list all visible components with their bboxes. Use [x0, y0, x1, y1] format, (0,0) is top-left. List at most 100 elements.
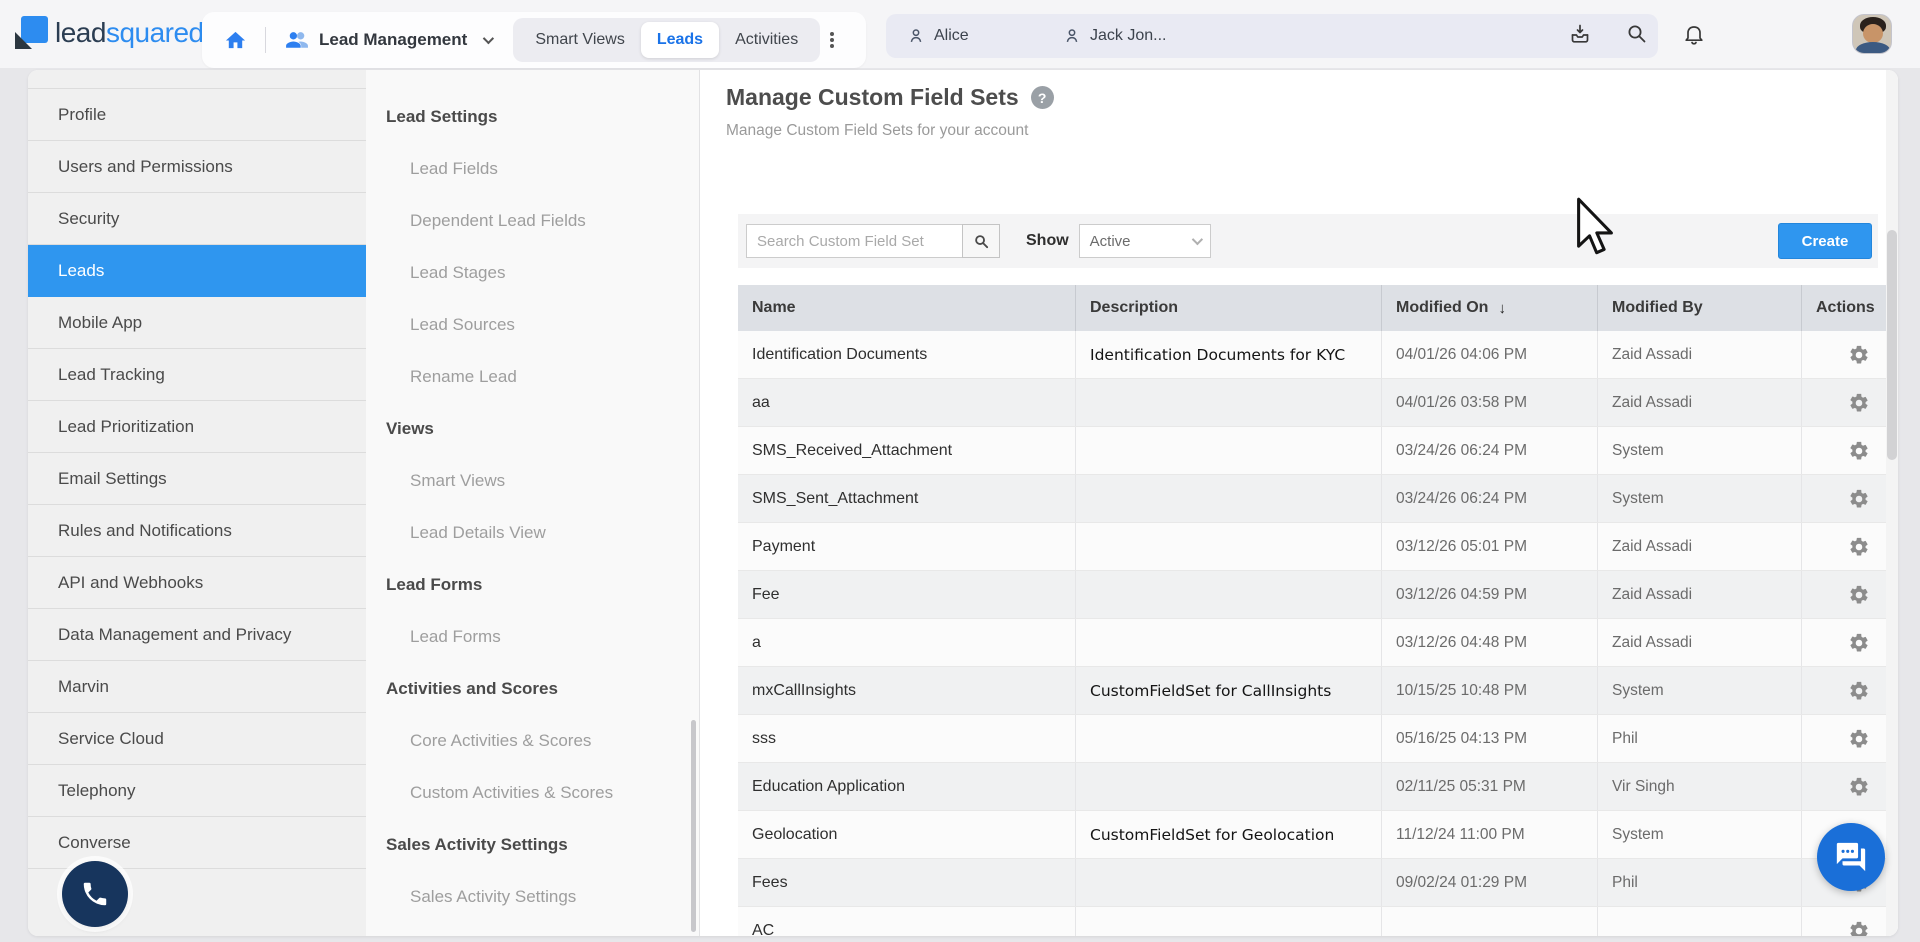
- cell-actions: [1802, 907, 1898, 936]
- cell-actions: [1802, 523, 1898, 570]
- import-tray-icon[interactable]: [1568, 22, 1592, 46]
- submenu-item-smart-views[interactable]: Smart Views: [366, 471, 505, 491]
- workspace-switcher[interactable]: Lead Management: [284, 28, 491, 53]
- submenu-item-core-activities-scores[interactable]: Core Activities & Scores: [366, 731, 591, 751]
- submenu-section-views: Views: [366, 403, 699, 455]
- sidebar-item-lead-prioritization[interactable]: Lead Prioritization: [28, 401, 366, 453]
- column-header-name[interactable]: Name: [738, 285, 1076, 331]
- sidebar-item-data-management-and-privacy[interactable]: Data Management and Privacy: [28, 609, 366, 661]
- sidebar-item-telephony[interactable]: Telephony: [28, 765, 366, 817]
- submenu-item-dependent-lead-fields[interactable]: Dependent Lead Fields: [366, 211, 586, 231]
- recent-items-bar[interactable]: Alice Jack Jon...: [886, 14, 1658, 58]
- sidebar-item-marvin[interactable]: Marvin: [28, 661, 366, 713]
- person-icon: [906, 26, 926, 46]
- bell-icon[interactable]: [1682, 22, 1706, 46]
- cell-modified-by: Zaid Assadi: [1598, 571, 1802, 618]
- sidebar-item-email-settings[interactable]: Email Settings: [28, 453, 366, 505]
- submenu-item-lead-stages[interactable]: Lead Stages: [366, 263, 505, 283]
- cell-description: CustomFieldSet for CallInsights: [1076, 667, 1382, 714]
- column-header-description[interactable]: Description: [1076, 285, 1382, 331]
- submenu-section-activities-and-scores: Activities and Scores: [366, 663, 699, 715]
- main-scrollbar-track[interactable]: [1886, 70, 1898, 936]
- sidebar-item-users-and-permissions[interactable]: Users and Permissions: [28, 141, 366, 193]
- sidebar-item-converse[interactable]: Converse: [28, 817, 366, 869]
- help-icon[interactable]: ?: [1031, 86, 1054, 109]
- users-group-icon: [284, 28, 309, 53]
- column-header-modified-by[interactable]: Modified By: [1598, 285, 1802, 331]
- cell-name: Identification Documents: [738, 331, 1076, 378]
- cell-modified-on: 05/16/25 04:13 PM: [1382, 715, 1598, 762]
- cell-modified-on: 03/12/26 05:01 PM: [1382, 523, 1598, 570]
- tab-leads[interactable]: Leads: [641, 22, 719, 58]
- cell-description: [1076, 379, 1382, 426]
- cell-modified-on: 03/24/26 06:24 PM: [1382, 475, 1598, 522]
- cell-description: [1076, 715, 1382, 762]
- submenu-item-row: Smart Views: [366, 455, 699, 507]
- cell-description: [1076, 763, 1382, 810]
- cell-name: mxCallInsights: [738, 667, 1076, 714]
- home-icon[interactable]: [224, 29, 247, 52]
- submenu-scrollbar[interactable]: [691, 720, 696, 932]
- search-submit-button[interactable]: [962, 224, 1000, 258]
- show-filter-value: Active: [1090, 233, 1131, 250]
- table-row: Fees09/02/24 01:29 PMPhil: [738, 859, 1898, 907]
- sidebar-item-rules-and-notifications[interactable]: Rules and Notifications: [28, 505, 366, 557]
- recent-item-alice[interactable]: Alice: [906, 14, 969, 58]
- recent-item-jack-jon[interactable]: Jack Jon...: [1062, 14, 1166, 58]
- tab-smart-views[interactable]: Smart Views: [519, 22, 641, 58]
- gear-icon[interactable]: [1848, 440, 1870, 462]
- tab-activities[interactable]: Activities: [719, 22, 814, 58]
- cell-actions: [1802, 331, 1898, 378]
- gear-icon[interactable]: [1848, 584, 1870, 606]
- topbar-icons: [1568, 22, 1706, 46]
- gear-icon[interactable]: [1848, 632, 1870, 654]
- submenu-section-header: Views: [366, 419, 434, 439]
- cell-modified-on: [1382, 907, 1598, 936]
- kebab-menu-icon[interactable]: [830, 38, 834, 42]
- cell-description: [1076, 907, 1382, 936]
- sidebar-item-security[interactable]: Security: [28, 193, 366, 245]
- sidebar-item-mobile-app[interactable]: Mobile App: [28, 297, 366, 349]
- sidebar-item-service-cloud[interactable]: Service Cloud: [28, 713, 366, 765]
- user-avatar[interactable]: [1852, 14, 1892, 54]
- submenu-item-lead-details-view[interactable]: Lead Details View: [366, 523, 546, 543]
- chat-support-fab[interactable]: [1817, 823, 1885, 891]
- table-row: SMS_Received_Attachment03/24/26 06:24 PM…: [738, 427, 1898, 475]
- gear-icon[interactable]: [1848, 488, 1870, 510]
- cell-name: Payment: [738, 523, 1076, 570]
- sidebar-item-leads[interactable]: Leads: [28, 245, 366, 297]
- cell-description: [1076, 475, 1382, 522]
- submenu-item-custom-activities-scores[interactable]: Custom Activities & Scores: [366, 783, 613, 803]
- leadsquared-logo-text: leadsquared: [55, 17, 204, 49]
- sidebar-item-api-and-webhooks[interactable]: API and Webhooks: [28, 557, 366, 609]
- main-scrollbar-thumb[interactable]: [1887, 230, 1897, 460]
- submenu-item-lead-sources[interactable]: Lead Sources: [366, 315, 515, 335]
- search-input[interactable]: [746, 224, 962, 258]
- column-header-actions[interactable]: Actions: [1802, 285, 1898, 331]
- gear-icon[interactable]: [1848, 392, 1870, 414]
- table-row: AC: [738, 907, 1898, 936]
- leadsquared-logo[interactable]: leadsquared: [14, 16, 204, 50]
- gear-icon[interactable]: [1848, 776, 1870, 798]
- submenu-item-rename-lead[interactable]: Rename Lead: [366, 367, 517, 387]
- submenu-item-sales-activity-settings[interactable]: Sales Activity Settings: [366, 887, 576, 907]
- column-header-modified-on[interactable]: Modified On↓: [1382, 285, 1598, 331]
- create-button[interactable]: Create: [1778, 223, 1872, 259]
- gear-icon[interactable]: [1848, 728, 1870, 750]
- sidebar-item-lead-tracking[interactable]: Lead Tracking: [28, 349, 366, 401]
- submenu-section-header: Lead Settings: [366, 107, 497, 127]
- submenu-item-row: Lead Fields: [366, 143, 699, 195]
- gear-icon[interactable]: [1848, 536, 1870, 558]
- phone-call-fab[interactable]: [62, 861, 128, 927]
- show-filter-select[interactable]: Active: [1079, 224, 1211, 258]
- submenu-item-lead-forms[interactable]: Lead Forms: [366, 627, 501, 647]
- table-body: Identification DocumentsIdentification D…: [738, 331, 1898, 936]
- gear-icon[interactable]: [1848, 344, 1870, 366]
- gear-icon[interactable]: [1848, 680, 1870, 702]
- search-icon[interactable]: [1625, 22, 1649, 46]
- chat-bubbles-icon: [1834, 840, 1868, 874]
- gear-icon[interactable]: [1848, 920, 1870, 937]
- sidebar-item-profile[interactable]: Profile: [28, 89, 366, 141]
- cell-modified-on: 04/01/26 03:58 PM: [1382, 379, 1598, 426]
- submenu-item-lead-fields[interactable]: Lead Fields: [366, 159, 498, 179]
